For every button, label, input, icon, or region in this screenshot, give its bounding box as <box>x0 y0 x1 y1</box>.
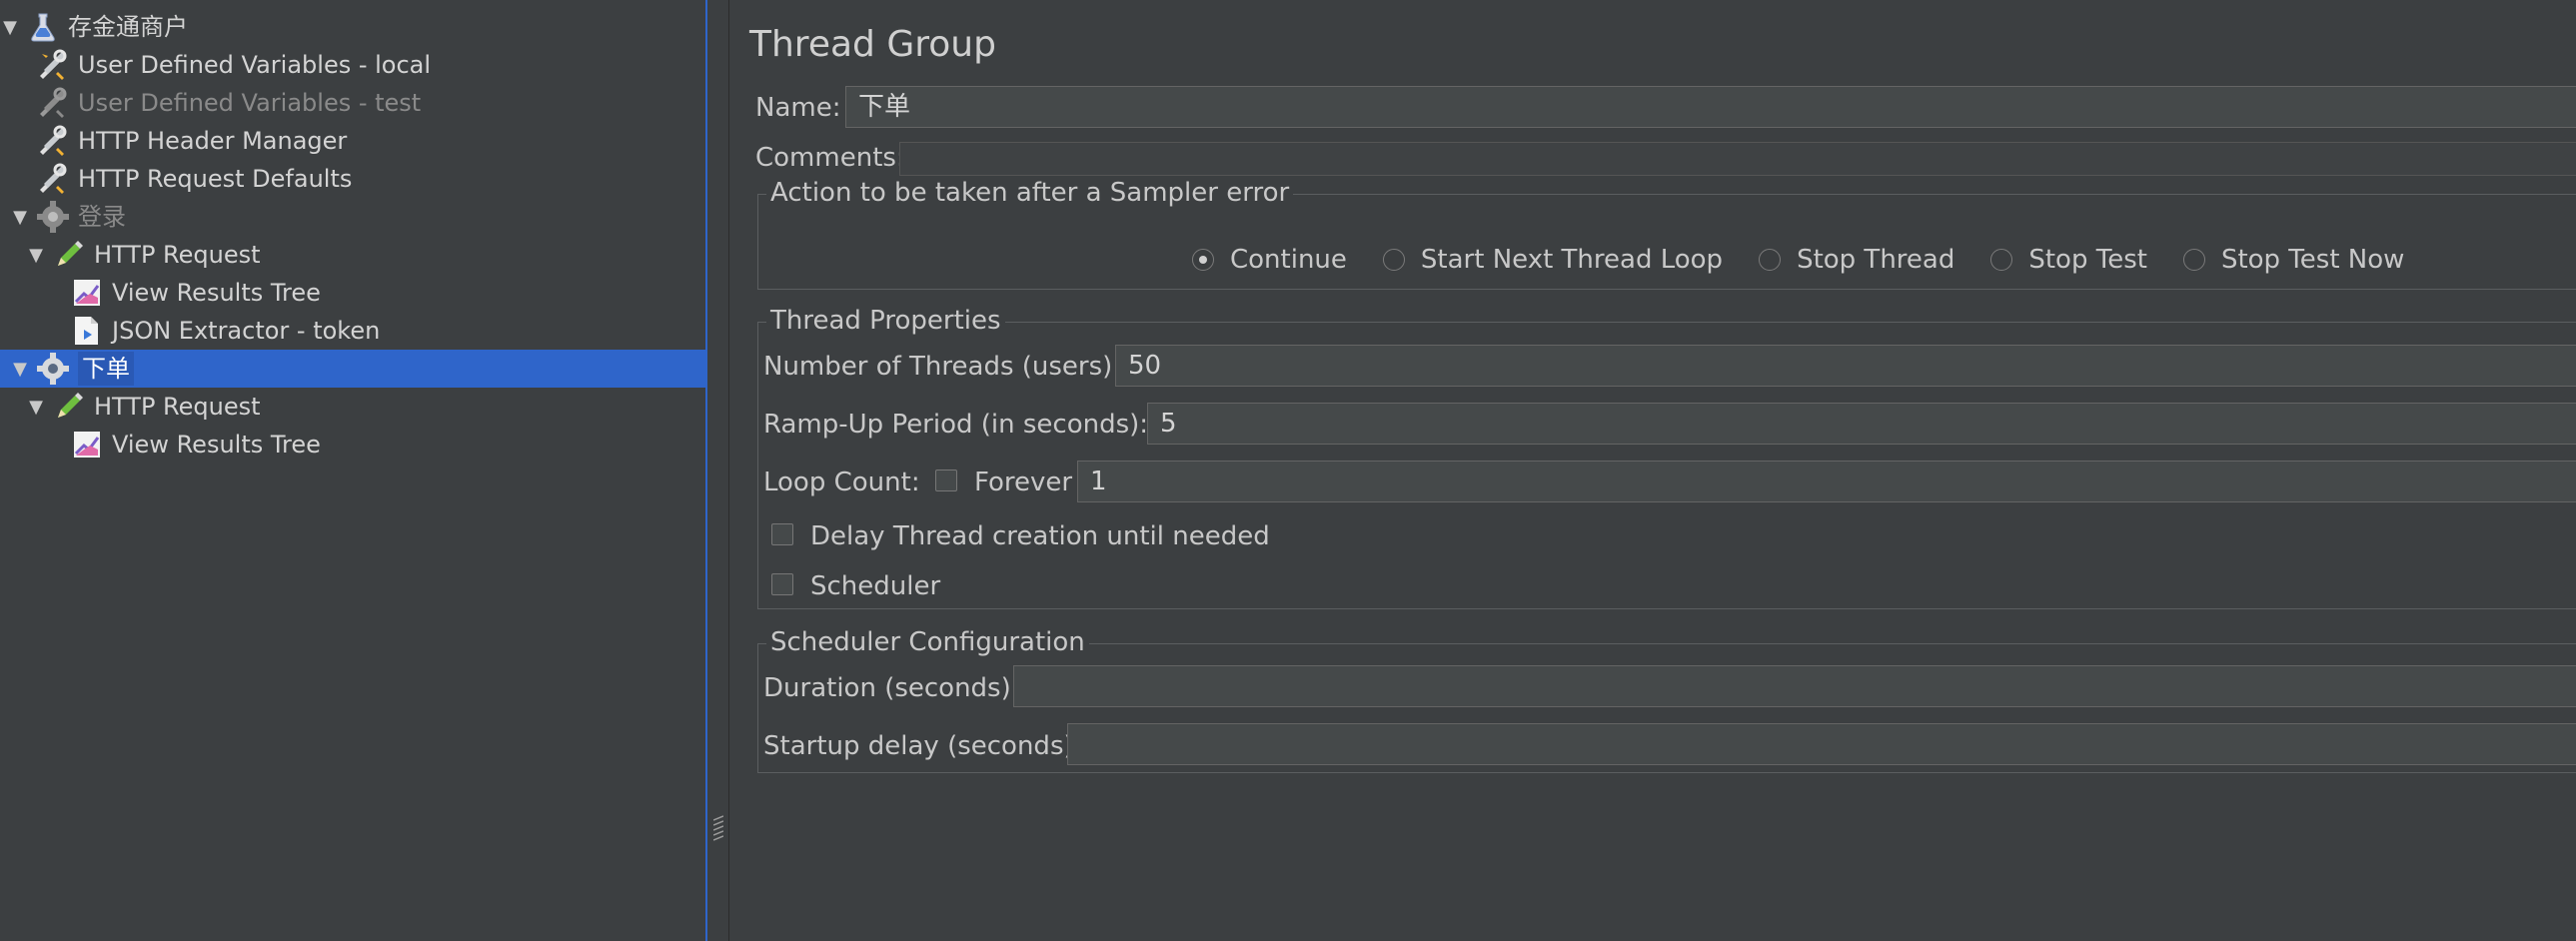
radio-stop-thread[interactable] <box>1759 249 1782 271</box>
comments-label: Comments: <box>755 143 905 173</box>
sampler-error-title: Action to be taken after a Sampler error <box>766 178 1294 208</box>
config-wrench-icon <box>40 125 67 156</box>
splitter-grip-icon[interactable] <box>713 814 723 842</box>
tree-item-json-extractor[interactable]: JSON Extractor - token <box>70 312 775 350</box>
comments-field[interactable] <box>899 142 2576 176</box>
radio-label-stop-test[interactable]: Stop Test <box>2028 245 2147 275</box>
tree-item-thread-group-login[interactable]: ▼ 登录 <box>10 198 715 236</box>
tree-item-label: 存金通商户 <box>68 13 188 41</box>
threads-field[interactable]: 50 <box>1115 345 2576 387</box>
tree-item-label: View Results Tree <box>112 279 321 307</box>
scheduler-label: Scheduler <box>810 571 941 601</box>
tree-item-view-results-tree[interactable]: View Results Tree <box>70 274 775 312</box>
radio-label-start-next-thread-loop[interactable]: Start Next Thread Loop <box>1421 245 1723 275</box>
radio-label-continue[interactable]: Continue <box>1230 245 1347 275</box>
delay-thread-label: Delay Thread creation until needed <box>810 521 1270 551</box>
tree-item-http-header-manager[interactable]: HTTP Header Manager <box>36 122 741 160</box>
tree-item-label: HTTP Request <box>94 393 261 421</box>
sampler-error-group: Action to be taken after a Sampler error… <box>757 178 2576 290</box>
tree-item-label: HTTP Request Defaults <box>78 165 353 193</box>
listener-chart-icon <box>74 280 100 306</box>
test-plan-icon <box>31 13 55 42</box>
sampler-pen-icon <box>58 393 83 418</box>
thread-group-gear-icon <box>37 201 69 233</box>
tree-item-label: User Defined Variables - test <box>78 89 422 117</box>
radio-label-stop-test-now[interactable]: Stop Test Now <box>2221 245 2404 275</box>
forever-label: Forever <box>974 468 1073 497</box>
radio-label-stop-thread[interactable]: Stop Thread <box>1797 245 1954 275</box>
config-wrench-icon <box>40 163 67 194</box>
rampup-label: Ramp-Up Period (in seconds): <box>763 410 1149 440</box>
delay-thread-checkbox[interactable] <box>771 523 793 545</box>
rampup-field[interactable]: 5 <box>1147 403 2576 445</box>
tree-item-http-request[interactable]: ▼ HTTP Request <box>26 236 731 274</box>
sampler-error-options: Continue Start Next Thread Loop Stop Thr… <box>1192 245 2440 275</box>
duration-label: Duration (seconds) <box>763 673 1011 703</box>
name-label: Name: <box>755 93 841 123</box>
tree-item-label: View Results Tree <box>112 431 321 459</box>
threads-label: Number of Threads (users): <box>763 352 1122 382</box>
thread-group-panel: Thread Group Name: 下单 Comments: Action t… <box>729 0 2576 941</box>
listener-chart-icon <box>74 432 100 458</box>
split-pane-divider[interactable] <box>707 0 729 941</box>
tree-item-udv-test[interactable]: User Defined Variables - test <box>36 84 741 122</box>
forever-checkbox[interactable] <box>935 470 957 491</box>
test-plan-tree: ▼ 存金通商户 User Defined Variables - local U… <box>0 0 707 941</box>
tree-item-label: User Defined Variables - local <box>78 51 432 79</box>
radio-stop-test-now[interactable] <box>2182 249 2205 271</box>
expand-toggle-icon[interactable]: ▼ <box>26 397 46 418</box>
scheduler-config-title: Scheduler Configuration <box>766 627 1089 657</box>
tree-item-label: 下单 <box>78 352 134 386</box>
tree-item-view-results-tree[interactable]: View Results Tree <box>70 426 775 464</box>
radio-stop-test[interactable] <box>1990 249 2013 271</box>
startup-delay-field[interactable] <box>1067 723 2576 765</box>
sampler-pen-icon <box>58 241 83 266</box>
loop-count-label: Loop Count: <box>763 468 920 497</box>
expand-toggle-icon[interactable]: ▼ <box>10 207 30 228</box>
tree-item-http-request[interactable]: ▼ HTTP Request <box>26 388 731 426</box>
expand-toggle-icon[interactable]: ▼ <box>26 245 46 266</box>
radio-selected-dot-icon <box>1199 256 1207 264</box>
tree-item-label: HTTP Header Manager <box>78 127 348 155</box>
thread-group-gear-icon <box>37 353 69 385</box>
name-field[interactable]: 下单 <box>845 86 2576 128</box>
tree-item-label: JSON Extractor - token <box>112 317 381 345</box>
config-wrench-icon <box>40 49 67 80</box>
radio-continue[interactable] <box>1192 249 1214 271</box>
tree-item-udv-local[interactable]: User Defined Variables - local <box>36 46 741 84</box>
page-title: Thread Group <box>749 24 996 65</box>
loop-count-field[interactable]: 1 <box>1077 461 2576 502</box>
thread-properties-title: Thread Properties <box>766 306 1005 336</box>
scheduler-checkbox[interactable] <box>771 573 793 595</box>
tree-item-http-request-defaults[interactable]: HTTP Request Defaults <box>36 160 741 198</box>
tree-item-label: 登录 <box>78 203 126 231</box>
duration-field[interactable] <box>1013 665 2576 707</box>
tree-item-label: HTTP Request <box>94 241 261 269</box>
tree-item-test-plan[interactable]: ▼ 存金通商户 <box>0 8 705 46</box>
expand-toggle-icon[interactable]: ▼ <box>0 17 20 38</box>
radio-start-next-thread-loop[interactable] <box>1382 249 1405 271</box>
tree-item-thread-group-order[interactable]: ▼ 下单 <box>0 350 705 388</box>
expand-toggle-icon[interactable]: ▼ <box>10 359 30 380</box>
startup-delay-label: Startup delay (seconds) <box>763 731 1074 761</box>
config-wrench-icon <box>40 87 67 118</box>
extractor-doc-icon <box>75 317 98 345</box>
